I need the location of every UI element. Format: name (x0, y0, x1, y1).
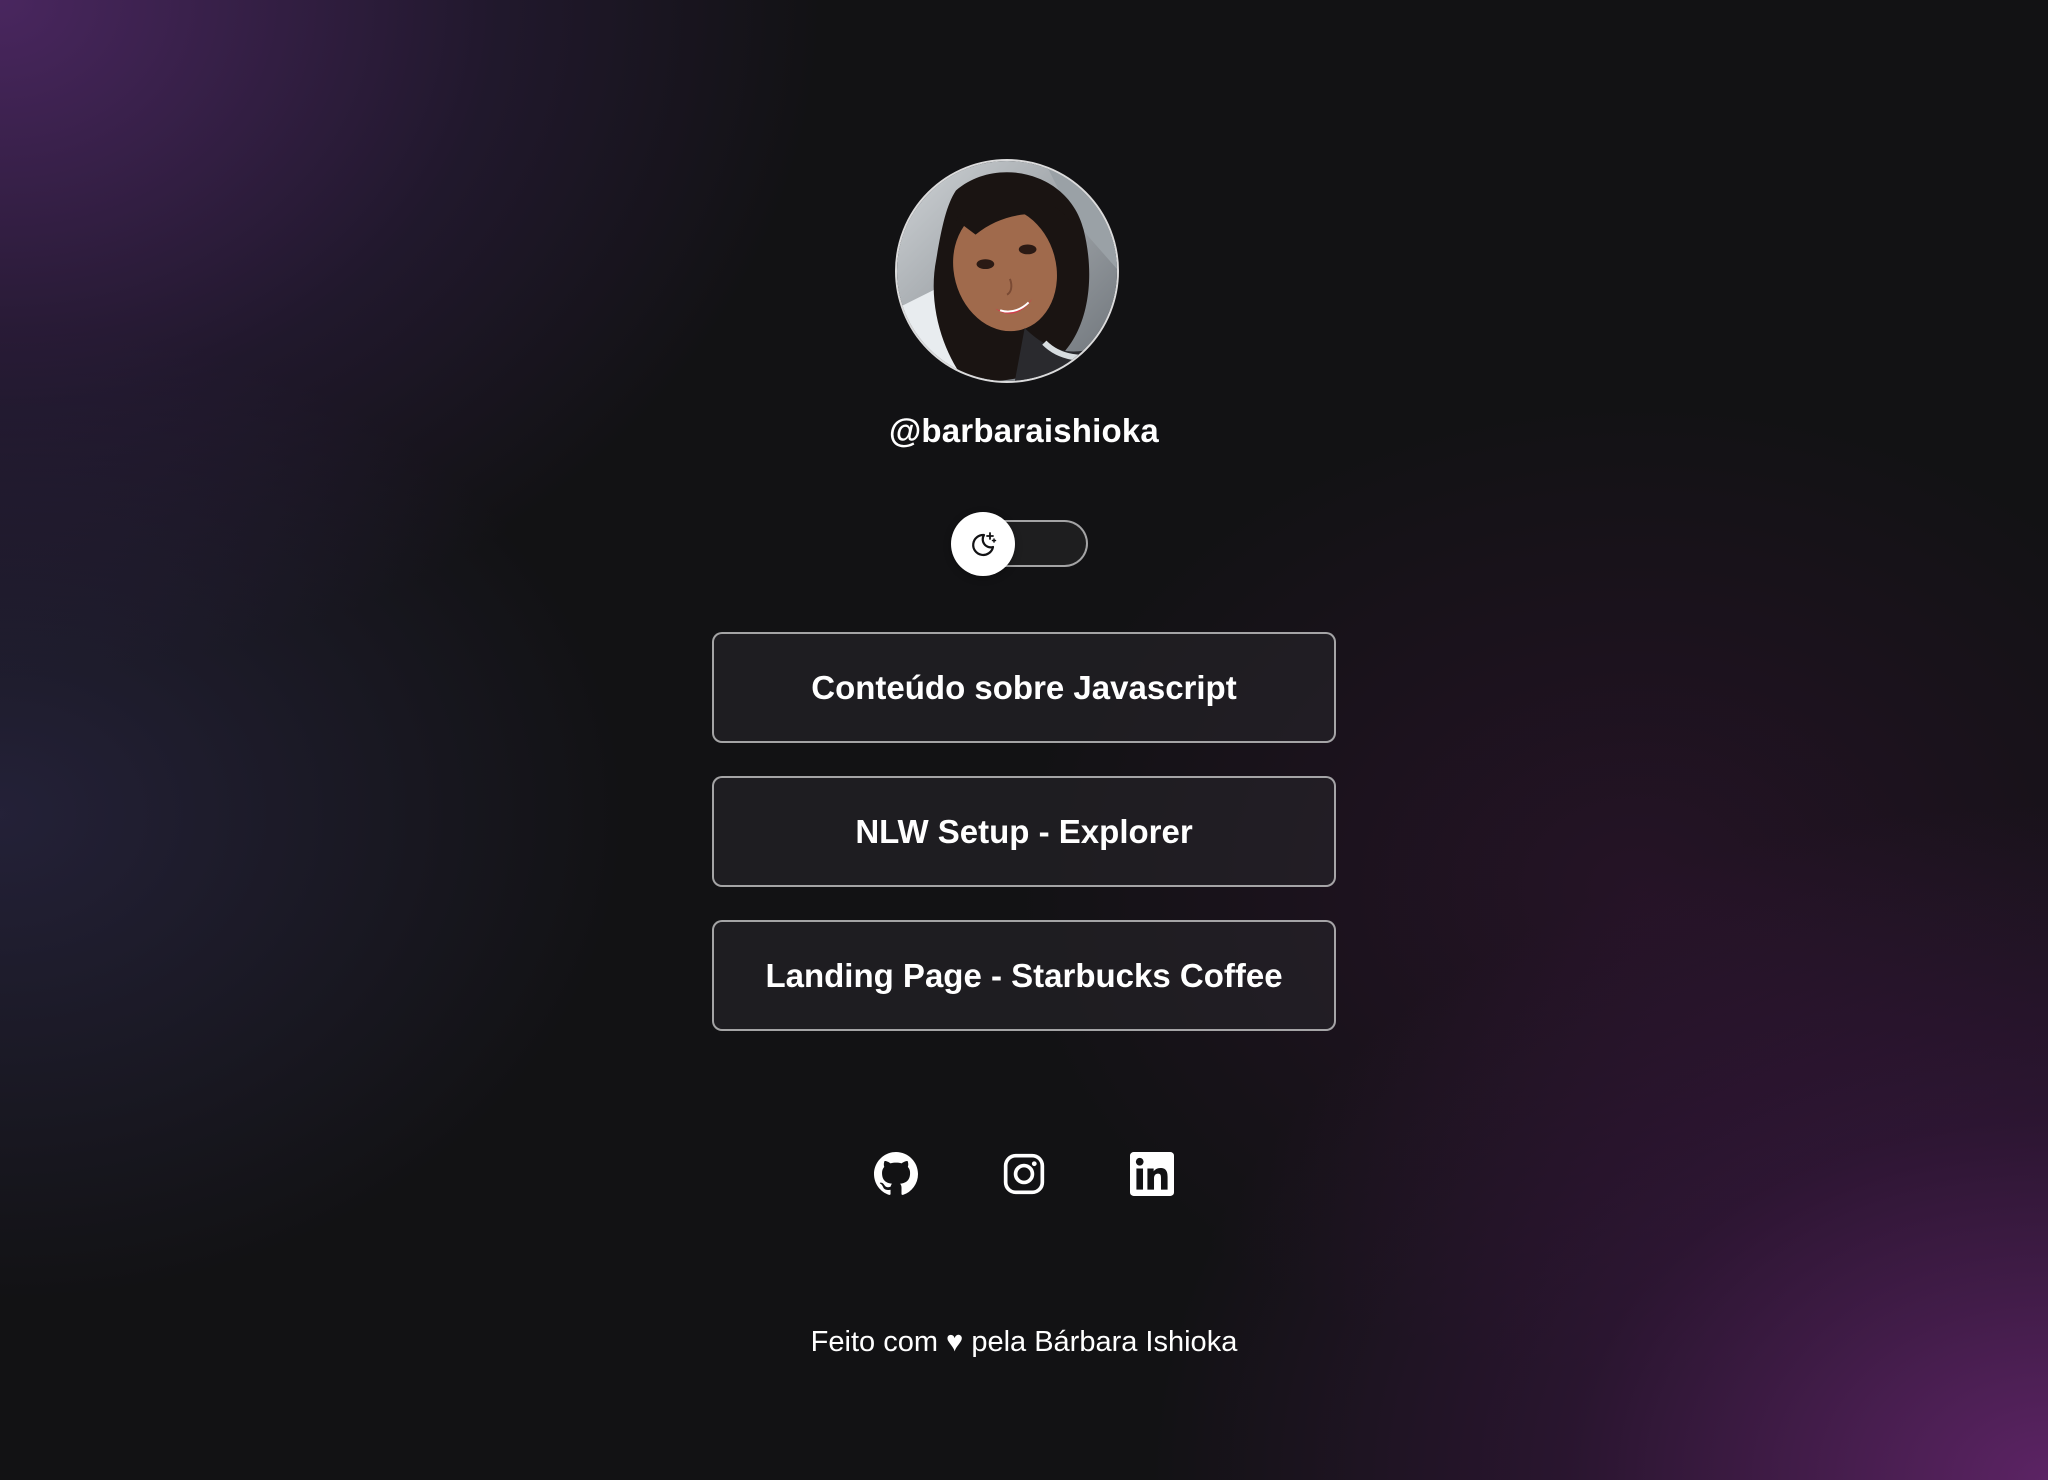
theme-toggle-knob[interactable] (951, 512, 1015, 576)
link-list: Conteúdo sobre Javascript NLW Setup - Ex… (712, 632, 1336, 1064)
page-container: @barbaraishioka Conteúdo sobre Javascrip… (0, 0, 2048, 1480)
social-links (0, 1152, 2048, 1196)
avatar (895, 159, 1119, 383)
linkedin-link[interactable] (1130, 1152, 1174, 1196)
avatar-photo (897, 161, 1117, 381)
username: @barbaraishioka (889, 412, 1159, 449)
linkedin-icon (1130, 1152, 1174, 1196)
github-link[interactable] (874, 1152, 918, 1196)
instagram-link[interactable] (1002, 1152, 1046, 1196)
instagram-icon (1003, 1153, 1045, 1195)
github-icon (874, 1152, 918, 1195)
moon-stars-icon (972, 532, 997, 557)
footer-credit: Feito com ♥ pela Bárbara Ishioka (810, 1326, 1238, 1358)
link-button-starbucks[interactable]: Landing Page - Starbucks Coffee (712, 920, 1336, 1031)
link-button-nlw-setup[interactable]: NLW Setup - Explorer (712, 776, 1336, 887)
link-button-javascript[interactable]: Conteúdo sobre Javascript (712, 632, 1336, 743)
